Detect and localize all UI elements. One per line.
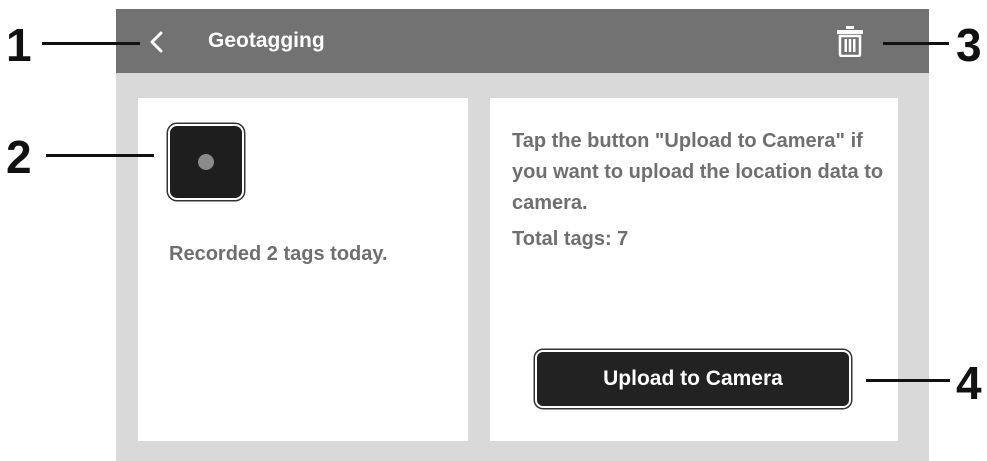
callout-1: 1 [6, 19, 32, 71]
upload-to-camera-button[interactable]: Upload to Camera [537, 352, 849, 406]
callout-2: 2 [6, 131, 32, 183]
trash-icon [837, 26, 863, 57]
total-tags-text: Total tags: 7 [512, 228, 629, 250]
callout-4-line [866, 379, 950, 382]
callout-3-line [883, 42, 949, 45]
geotagging-screen: Geotagging Recorded 2 tags today. Tap th… [116, 9, 929, 461]
callout-3: 3 [956, 19, 982, 71]
chevron-left-icon [150, 31, 163, 53]
upload-panel: Tap the button "Upload to Camera" if you… [490, 98, 898, 441]
back-button[interactable] [142, 27, 172, 57]
recorded-status-text: Recorded 2 tags today. [169, 243, 388, 265]
delete-button[interactable] [832, 23, 868, 59]
page-title: Geotagging [208, 29, 325, 52]
record-panel: Recorded 2 tags today. [138, 98, 468, 441]
record-button[interactable] [170, 126, 242, 198]
callout-4: 4 [956, 357, 982, 409]
title-bar: Geotagging [116, 9, 929, 73]
callout-2-line [46, 154, 154, 157]
record-icon [198, 154, 214, 170]
upload-instructions: Tap the button "Upload to Camera" if you… [512, 130, 884, 214]
callout-1-line [42, 42, 140, 45]
